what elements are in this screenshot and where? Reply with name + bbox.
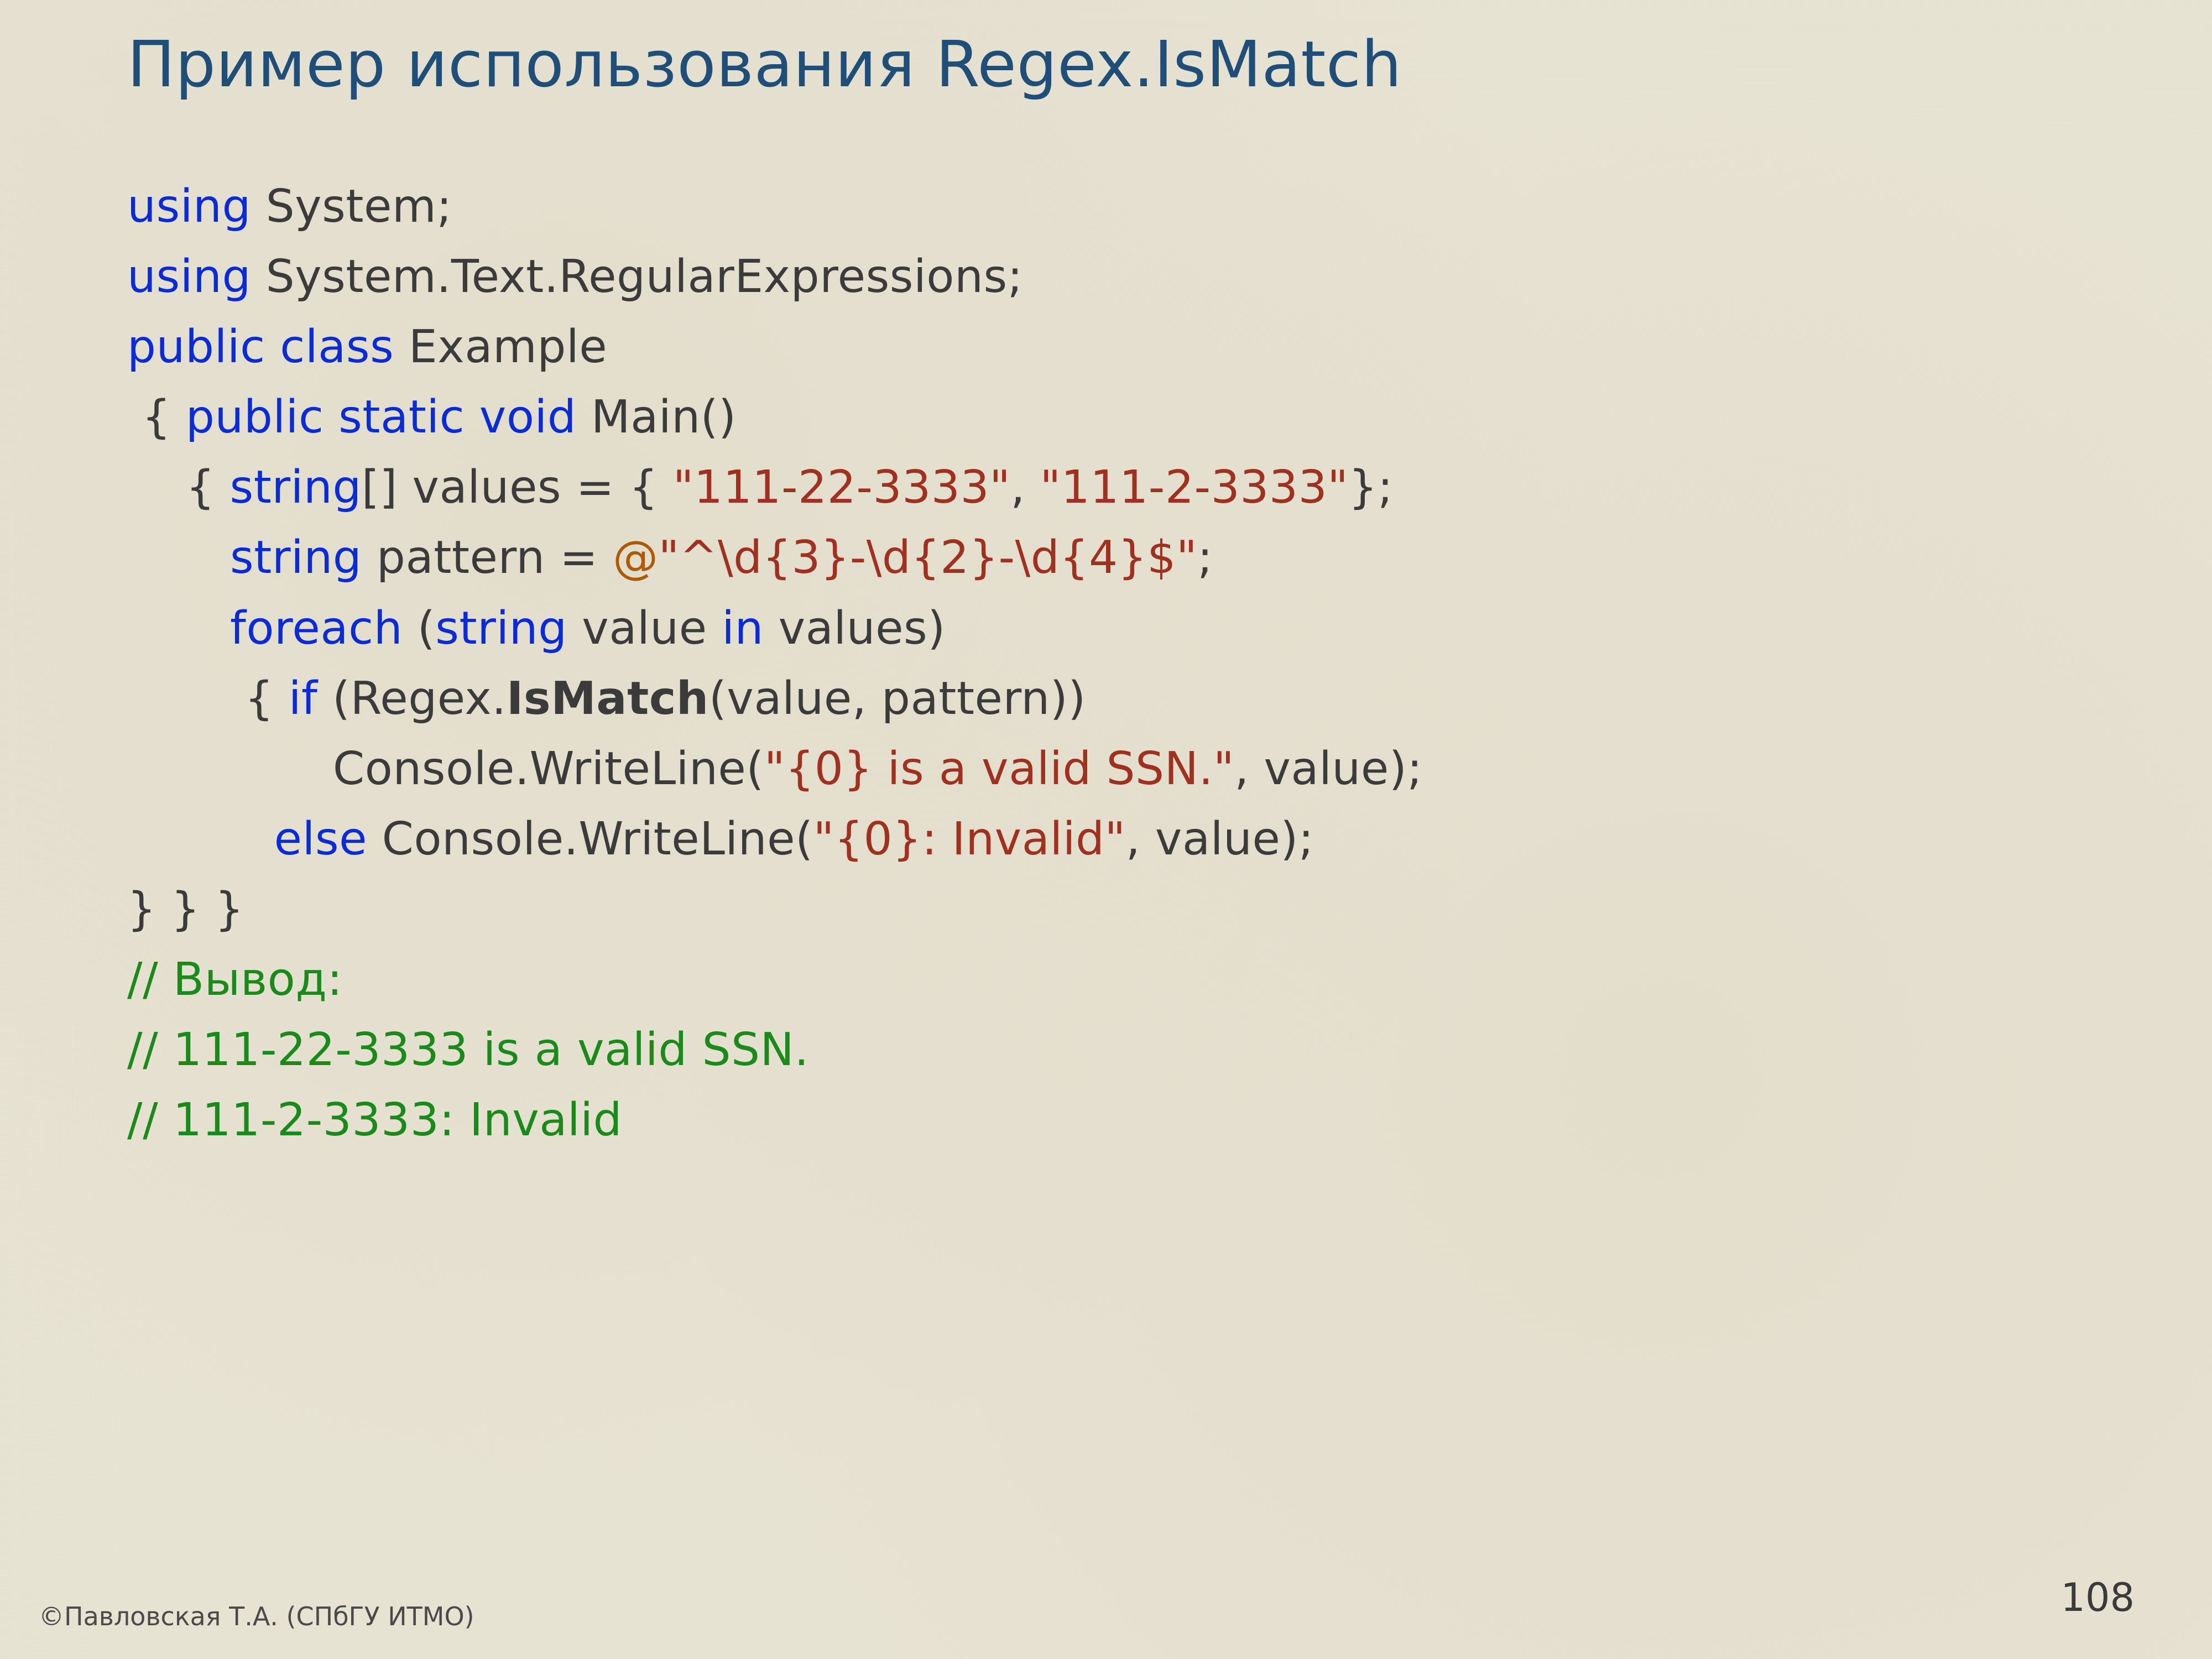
code-line-1: using System;	[127, 171, 2124, 242]
slide: Пример использования Regex.IsMatch using…	[0, 0, 2212, 1659]
code-line-6: string pattern = @"^\d{3}-\d{2}-\d{4}$";	[127, 523, 2124, 593]
code-line-3: public class Example	[127, 312, 2124, 382]
code-line-7: foreach (string value in values)	[127, 593, 2124, 664]
code-line-5: { string[] values = { "111-22-3333", "11…	[127, 452, 2124, 523]
code-line-11: } } }	[127, 874, 2124, 945]
code-line-8: { if (Regex.IsMatch(value, pattern))	[127, 664, 2124, 734]
footer-page-number: 108	[2060, 1575, 2135, 1620]
code-line-12: // Вывод:	[127, 945, 2124, 1015]
footer-copyright: ©Павловская Т.А. (СПбГУ ИТМО)	[39, 1601, 474, 1631]
code-line-13: // 111-22-3333 is a valid SSN.	[127, 1015, 2124, 1085]
code-line-2: using System.Text.RegularExpressions;	[127, 242, 2124, 312]
code-line-10: else Console.WriteLine("{0}: Invalid", v…	[127, 804, 2124, 874]
code-block: using System; using System.Text.RegularE…	[127, 171, 2124, 1155]
code-line-9: Console.WriteLine("{0} is a valid SSN.",…	[127, 734, 2124, 804]
code-line-14: // 111-2-3333: Invalid	[127, 1085, 2124, 1155]
code-line-4: { public static void Main()	[127, 382, 2124, 452]
slide-title: Пример использования Regex.IsMatch	[127, 28, 2157, 102]
